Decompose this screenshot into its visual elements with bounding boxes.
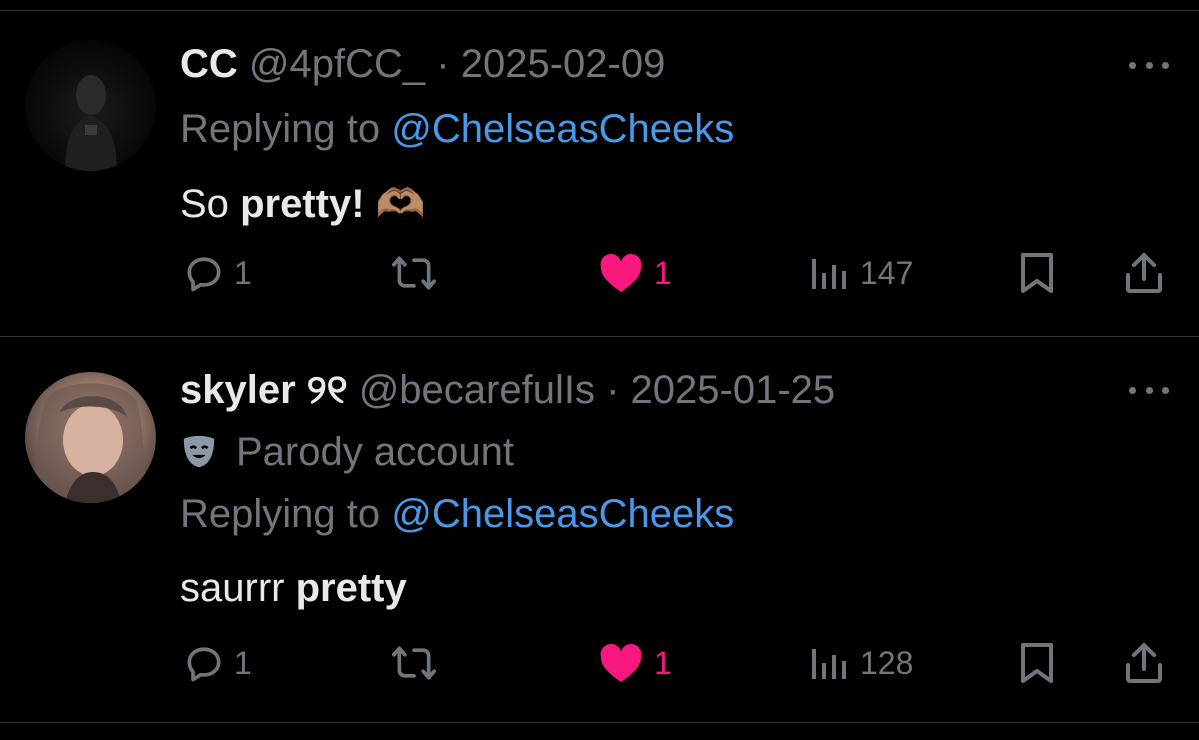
share-icon <box>1126 253 1162 293</box>
tweet-text-bold: pretty! <box>240 182 365 226</box>
like-count: 1 <box>654 644 672 681</box>
more-icon[interactable] <box>1129 55 1169 75</box>
tweet-text: saurrr pretty <box>180 564 407 612</box>
tweet-header: CC @4pfCC_ · 2025-02-09 <box>180 40 665 88</box>
mention-link[interactable]: @ChelseasCheeks <box>391 107 734 151</box>
replying-to-line: Replying to @ChelseasCheeks <box>180 490 734 538</box>
bookmark-button[interactable] <box>1018 638 1056 688</box>
retweet-button[interactable] <box>390 638 438 688</box>
like-button[interactable]: 1 <box>598 638 672 688</box>
reply-icon <box>187 257 221 292</box>
separator-dot: · <box>606 368 620 412</box>
reply-button[interactable]: 1 <box>182 248 252 298</box>
like-count: 1 <box>654 254 672 291</box>
views-count: 128 <box>860 644 914 681</box>
separator-dot: · <box>436 42 450 86</box>
reply-button[interactable]: 1 <box>182 638 252 688</box>
share-icon <box>1126 643 1162 683</box>
views-icon <box>812 649 846 679</box>
views-count: 147 <box>860 254 914 291</box>
tweet-2[interactable]: skyler ୨୧ @becarefulIs · 2025-01-25 Paro… <box>0 356 1199 716</box>
tweet-text-plain: saurrr <box>180 566 285 610</box>
heart-hands-emoji: 🫶🏽 <box>375 182 426 226</box>
replying-prefix: Replying to <box>180 492 381 536</box>
display-name[interactable]: CC <box>180 42 238 86</box>
reply-count: 1 <box>234 254 252 291</box>
parody-mask-icon <box>183 435 215 468</box>
reply-icon <box>187 647 221 682</box>
tweet-divider <box>0 336 1199 337</box>
display-name[interactable]: skyler <box>180 368 296 412</box>
bookmark-button[interactable] <box>1018 248 1056 298</box>
tweet-content: CC @4pfCC_ · 2025-02-09 Replying to @Che… <box>180 30 1199 330</box>
tweet-content: skyler ୨୧ @becarefulIs · 2025-01-25 Paro… <box>180 356 1199 716</box>
tweet-text: So pretty! 🫶🏽 <box>180 180 425 228</box>
retweet-button[interactable] <box>390 248 438 298</box>
action-bar: 1 1 128 <box>180 638 1199 688</box>
views-button[interactable]: 147 <box>808 248 913 298</box>
views-icon <box>812 259 846 289</box>
tweet-text-bold: pretty <box>295 566 407 610</box>
parody-label: Parody account <box>236 430 514 474</box>
bookmark-icon <box>1021 643 1053 683</box>
tweet-date[interactable]: 2025-02-09 <box>461 42 666 86</box>
user-handle[interactable]: @becarefulIs <box>359 368 595 412</box>
more-icon[interactable] <box>1129 380 1169 400</box>
tweet-header: skyler ୨୧ @becarefulIs · 2025-01-25 <box>180 366 835 414</box>
user-handle[interactable]: @4pfCC_ <box>249 42 425 86</box>
action-bar: 1 1 147 <box>180 248 1199 298</box>
share-button[interactable] <box>1124 638 1164 688</box>
tweet-1[interactable]: CC @4pfCC_ · 2025-02-09 Replying to @Che… <box>0 30 1199 330</box>
reply-count: 1 <box>234 644 252 681</box>
tweet-text-plain: So <box>180 182 229 226</box>
retweet-icon <box>392 646 436 680</box>
avatar[interactable] <box>25 40 156 171</box>
tweet-date[interactable]: 2025-01-25 <box>631 368 836 412</box>
like-button[interactable]: 1 <box>598 248 672 298</box>
views-button[interactable]: 128 <box>808 638 913 688</box>
top-divider <box>0 10 1199 11</box>
heart-icon <box>600 643 642 683</box>
replying-to-line: Replying to @ChelseasCheeks <box>180 105 734 153</box>
mention-link[interactable]: @ChelseasCheeks <box>391 492 734 536</box>
avatar[interactable] <box>25 372 156 503</box>
display-name-suffix: ୨୧ <box>306 368 348 412</box>
bottom-divider <box>0 722 1199 723</box>
replying-prefix: Replying to <box>180 107 381 151</box>
bookmark-icon <box>1021 253 1053 293</box>
parody-badge: Parody account <box>180 428 514 476</box>
retweet-icon <box>392 256 436 290</box>
share-button[interactable] <box>1124 248 1164 298</box>
heart-icon <box>600 253 642 293</box>
